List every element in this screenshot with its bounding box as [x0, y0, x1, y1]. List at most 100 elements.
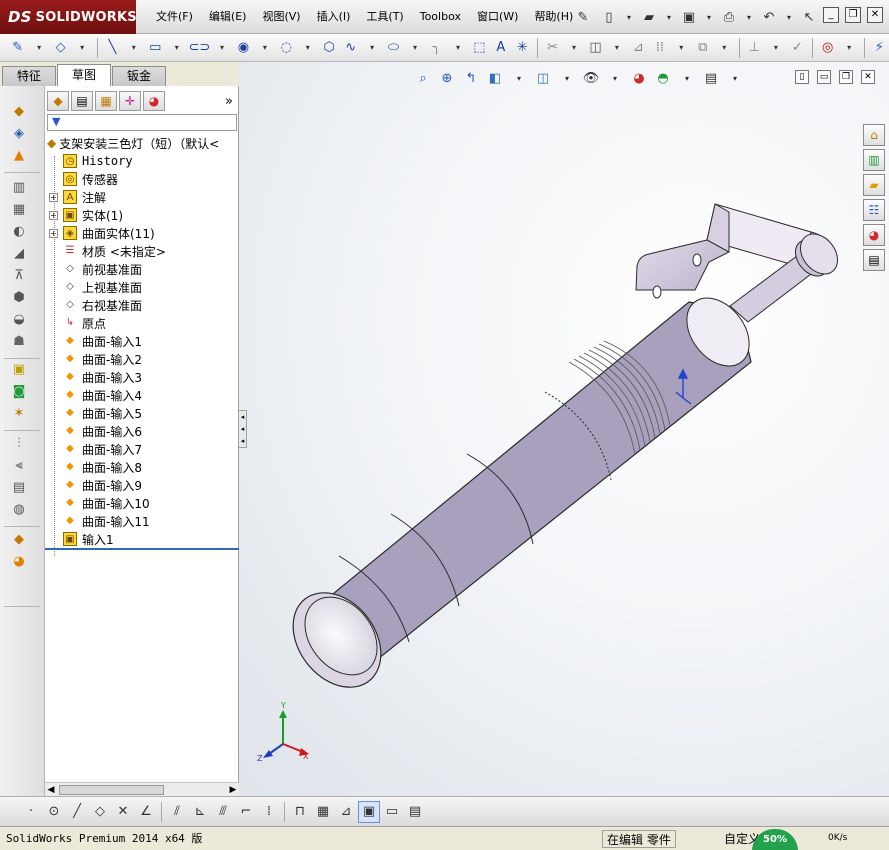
- tree-node[interactable]: ◆ 曲面-输入3: [45, 368, 239, 386]
- tree-node[interactable]: ◷ History: [45, 152, 239, 170]
- panel-splitter[interactable]: [45, 548, 239, 550]
- text-icon[interactable]: A: [491, 37, 510, 59]
- dimxpert-tab-icon[interactable]: ✛: [119, 91, 141, 111]
- menu-edit[interactable]: 编辑(E): [201, 9, 255, 25]
- tree-node[interactable]: ◆ 曲面-输入5: [45, 404, 239, 422]
- quick-snaps-icon[interactable]: ◎: [818, 37, 837, 59]
- line-tool-icon[interactable]: ╱: [66, 801, 88, 823]
- menu-file[interactable]: 文件(F): [148, 9, 201, 25]
- convert-dropdown-icon[interactable]: ▾: [607, 37, 626, 59]
- tree-node[interactable]: ☰ 材质 <未指定>: [45, 242, 239, 260]
- print-icon[interactable]: ⎙: [718, 6, 740, 28]
- snaps-dropdown-icon[interactable]: ▾: [839, 37, 858, 59]
- chamfer-icon[interactable]: ◢: [8, 246, 30, 264]
- open-folder-icon[interactable]: ▰: [638, 6, 660, 28]
- display-manager-tab-icon[interactable]: ◕: [143, 91, 165, 111]
- tangent-arc-icon[interactable]: ◇: [89, 801, 111, 823]
- triangle-icon[interactable]: ⊿: [335, 801, 357, 823]
- tree-node[interactable]: ◆ 曲面-输入7: [45, 440, 239, 458]
- instant2d-icon[interactable]: ⚡: [870, 37, 889, 59]
- relations-dropdown-icon[interactable]: ▾: [766, 37, 785, 59]
- pin-icon[interactable]: ✎: [572, 6, 594, 28]
- shaded-box-icon[interactable]: ▣: [358, 800, 380, 823]
- angle-icon[interactable]: ∠: [135, 801, 157, 823]
- tree-node[interactable]: ◎ 传感器: [45, 170, 239, 188]
- ellipse-icon[interactable]: ⬭: [384, 37, 403, 59]
- trim-icon[interactable]: ✂: [543, 37, 562, 59]
- repair-sketch-icon[interactable]: ✓: [788, 37, 807, 59]
- menu-view[interactable]: 视图(V): [254, 9, 308, 25]
- sketch-dropdown-icon[interactable]: ▾: [29, 37, 48, 59]
- point-icon[interactable]: ✳: [513, 37, 532, 59]
- grid-icon[interactable]: ▦: [312, 801, 334, 823]
- dome-icon[interactable]: ◍: [8, 502, 30, 520]
- linear-pattern-feature-icon[interactable]: ⫶: [8, 436, 30, 454]
- spline-dropdown-icon[interactable]: ▾: [362, 37, 381, 59]
- new-dropdown-icon[interactable]: ▾: [624, 6, 634, 28]
- revolved-boss-icon[interactable]: ◈: [8, 126, 30, 144]
- open-dropdown-icon[interactable]: ▾: [664, 6, 674, 28]
- dimension-line-icon[interactable]: ⊓: [289, 801, 311, 823]
- tree-node[interactable]: ◆ 曲面-输入4: [45, 386, 239, 404]
- tree-root-part[interactable]: ◆ 支架安装三色灯（短）（默认<: [45, 134, 239, 152]
- rectangle-dropdown-icon[interactable]: ▾: [167, 37, 186, 59]
- tree-filter[interactable]: ▼: [47, 114, 237, 131]
- new-document-icon[interactable]: ▯: [598, 6, 620, 28]
- tree-node[interactable]: ◆ 曲面-输入10: [45, 494, 239, 512]
- arc-dropdown-icon[interactable]: ▾: [298, 37, 317, 59]
- fillet-dropdown-icon[interactable]: ▾: [448, 37, 467, 59]
- polygon-icon[interactable]: ⬡: [320, 37, 339, 59]
- menu-tools[interactable]: 工具(T): [358, 9, 411, 25]
- trim-dropdown-icon[interactable]: ▾: [564, 37, 583, 59]
- sketch-icon[interactable]: ✎: [8, 37, 27, 59]
- corner-icon[interactable]: ⌐: [235, 801, 257, 823]
- pattern-dropdown-icon[interactable]: ▾: [672, 37, 691, 59]
- tab-sheet-metal[interactable]: 钣金: [112, 66, 167, 86]
- wrap-icon[interactable]: ▤: [8, 480, 30, 498]
- arc-icon[interactable]: ◌: [277, 37, 296, 59]
- tree-node[interactable]: ◇ 右视基准面: [45, 296, 239, 314]
- tree-node[interactable]: + A 注解: [45, 188, 239, 206]
- spline-icon[interactable]: ∿: [341, 37, 360, 59]
- undo-icon[interactable]: ↶: [758, 6, 780, 28]
- realview-icon[interactable]: ◕: [8, 554, 30, 572]
- featuremanager-tab-icon[interactable]: ◆: [47, 91, 69, 111]
- tree-node[interactable]: ◆ 曲面-输入11: [45, 512, 239, 530]
- slot-icon[interactable]: ⊂⊃: [188, 37, 210, 59]
- tab-features[interactable]: 特征: [2, 66, 57, 86]
- select-icon[interactable]: ↖: [798, 6, 820, 28]
- perpendicular-icon[interactable]: ⊾: [189, 801, 211, 823]
- circle-dropdown-icon[interactable]: ▾: [255, 37, 274, 59]
- linear-pattern-icon[interactable]: ⁞⁞: [650, 37, 669, 59]
- layout-icon[interactable]: ▭: [381, 801, 403, 823]
- circle-icon[interactable]: ◉: [234, 37, 253, 59]
- minimize-icon[interactable]: _: [823, 7, 839, 23]
- tree-node[interactable]: ▣ 输入1: [45, 530, 239, 548]
- more-tabs-icon[interactable]: »: [225, 94, 233, 109]
- restore-icon[interactable]: ❐: [845, 7, 861, 23]
- tree-node[interactable]: + ▣ 实体(1): [45, 206, 239, 224]
- menu-toolbox[interactable]: Toolbox: [412, 9, 469, 25]
- extruded-cut-icon[interactable]: ▥: [8, 180, 30, 198]
- scroll-right-icon[interactable]: ▶: [227, 783, 239, 797]
- move-dropdown-icon[interactable]: ▾: [714, 37, 733, 59]
- rib-icon[interactable]: ⊼: [8, 268, 30, 286]
- tree-node[interactable]: ◆ 曲面-输入2: [45, 350, 239, 368]
- configurationmanager-tab-icon[interactable]: ▦: [95, 91, 117, 111]
- save-icon[interactable]: ▣: [678, 6, 700, 28]
- point-tool-icon[interactable]: ·: [20, 801, 42, 823]
- draft-icon[interactable]: ◒: [8, 312, 30, 330]
- ellipse-dropdown-icon[interactable]: ▾: [405, 37, 424, 59]
- convert-entities-icon[interactable]: ◫: [586, 37, 605, 59]
- tree-node[interactable]: ◆ 曲面-输入1: [45, 332, 239, 350]
- grid-snap-icon[interactable]: ⁞: [258, 801, 280, 823]
- line-dropdown-icon[interactable]: ▾: [124, 37, 143, 59]
- reference-geometry-icon[interactable]: ▣: [8, 362, 30, 380]
- shell-icon[interactable]: ⬢: [8, 290, 30, 308]
- save-dropdown-icon[interactable]: ▾: [704, 6, 714, 28]
- appearance-icon[interactable]: ◆: [8, 532, 30, 550]
- undo-dropdown-icon[interactable]: ▾: [784, 6, 794, 28]
- slot-dropdown-icon[interactable]: ▾: [212, 37, 231, 59]
- extruded-boss-icon[interactable]: ◆: [8, 104, 30, 122]
- tangent-icon[interactable]: ⫻: [212, 801, 234, 823]
